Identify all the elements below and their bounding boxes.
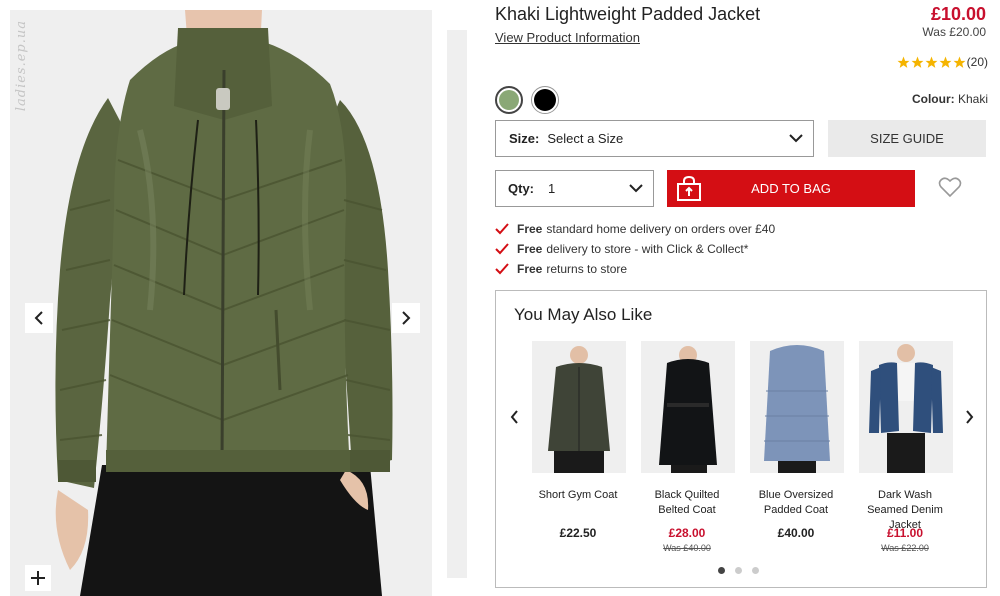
product-title: Khaki Lightweight Padded Jacket — [495, 4, 761, 24]
colour-label: Colour: Khaki — [912, 92, 988, 106]
thumbnail-scrollbar[interactable] — [447, 30, 467, 578]
rating-stars — [897, 56, 966, 69]
rec-product-name: Black Quilted Belted Coat — [654, 489, 720, 516]
quantity-select[interactable]: Qty: 1 — [495, 170, 654, 207]
rec-product-image — [858, 341, 953, 473]
tick-icon — [495, 263, 509, 275]
colour-label-text: Colour: — [911, 92, 955, 106]
tick-icon — [495, 243, 509, 255]
carousel-dot[interactable] — [718, 567, 725, 574]
rec-product-image — [531, 341, 626, 473]
size-label: Size: — [509, 131, 540, 146]
benefit-bold: Free — [517, 242, 543, 256]
star-icon — [911, 56, 924, 68]
benefit-item: Free standard home delivery on orders ov… — [495, 219, 775, 239]
chevron-right-icon — [402, 311, 411, 325]
star-icon — [897, 56, 910, 68]
product-image-gallery: ladies.ep.ua — [10, 10, 432, 596]
carousel-dot[interactable] — [735, 567, 742, 574]
watermark-text: ladies.ep.ua — [14, 20, 29, 112]
benefit-text: delivery to store - with Click & Collect… — [546, 242, 749, 256]
star-icon — [939, 56, 952, 68]
gallery-prev-button[interactable] — [25, 303, 53, 333]
rec-product-card[interactable]: Dark Wash Seamed Denim Jacket £11.00 Was… — [857, 341, 953, 553]
add-to-bag-label: ADD TO BAG — [751, 181, 831, 196]
gallery-next-button[interactable] — [392, 303, 420, 333]
product-rating[interactable]: (20) — [897, 55, 988, 69]
rec-product-image — [640, 341, 735, 473]
product-photo — [10, 10, 432, 596]
chevron-left-icon — [34, 311, 43, 325]
rec-product-price: £22.50 — [559, 526, 597, 540]
chevron-right-icon — [965, 410, 973, 424]
star-icon — [925, 56, 938, 68]
rec-product-card[interactable]: Black Quilted Belted Coat £28.00 Was £40… — [639, 341, 735, 553]
carousel-dot[interactable] — [752, 567, 759, 574]
rec-product-was-price: Was £40.00 — [663, 543, 711, 553]
plus-icon — [31, 571, 45, 585]
rec-product-name: Blue Oversized Padded Coat — [758, 489, 834, 516]
benefit-text: returns to store — [546, 262, 628, 276]
size-select[interactable]: Size: Select a Size — [495, 120, 814, 157]
qty-label: Qty: — [508, 181, 534, 196]
colour-value: Khaki — [957, 92, 988, 106]
rec-product-price: £11.00 — [886, 526, 924, 540]
size-guide-button[interactable]: SIZE GUIDE — [828, 120, 986, 157]
benefit-item: Free delivery to store - with Click & Co… — [495, 239, 775, 259]
carousel-dots — [718, 567, 759, 574]
recommendations-panel: You May Also Like Short Gym Coat £22.50 … — [495, 290, 987, 588]
delivery-benefits: Free standard home delivery on orders ov… — [495, 219, 775, 279]
rec-product-price: £28.00 — [668, 526, 706, 540]
recs-next-button[interactable] — [961, 407, 977, 427]
chevron-down-icon — [629, 184, 643, 193]
was-price: Was £20.00 — [922, 25, 986, 39]
shopping-bag-icon — [677, 176, 701, 201]
rec-product-card[interactable]: Short Gym Coat £22.50 — [530, 341, 626, 543]
add-to-bag-button[interactable]: ADD TO BAG — [667, 170, 915, 207]
rec-product-name: Short Gym Coat — [538, 489, 618, 501]
review-count: (20) — [966, 55, 988, 69]
size-value: Select a Size — [547, 131, 624, 146]
star-icon — [953, 56, 966, 68]
benefit-item: Free returns to store — [495, 259, 775, 279]
rec-product-price: £40.00 — [777, 526, 815, 540]
rec-product-card[interactable]: Blue Oversized Padded Coat £40.00 — [748, 341, 844, 543]
swatch-black[interactable] — [531, 86, 559, 114]
recommendations-title: You May Also Like — [514, 305, 653, 324]
rec-product-image — [749, 341, 844, 473]
heart-icon[interactable] — [938, 176, 962, 198]
chevron-down-icon — [789, 134, 803, 143]
rec-product-name: Dark Wash Seamed Denim Jacket — [867, 489, 943, 531]
rec-product-was-price: Was £22.00 — [881, 543, 929, 553]
benefit-text: standard home delivery on orders over £4… — [546, 222, 776, 236]
view-product-info-link[interactable]: View Product Information — [495, 30, 640, 45]
product-price: £10.00 — [930, 4, 986, 24]
recs-prev-button[interactable] — [506, 407, 522, 427]
qty-value: 1 — [548, 181, 556, 196]
benefit-bold: Free — [517, 262, 543, 276]
benefit-bold: Free — [517, 222, 543, 236]
swatch-khaki[interactable] — [495, 86, 523, 114]
chevron-left-icon — [510, 410, 518, 424]
colour-swatches — [495, 86, 559, 114]
tick-icon — [495, 223, 509, 235]
zoom-button[interactable] — [25, 565, 51, 591]
